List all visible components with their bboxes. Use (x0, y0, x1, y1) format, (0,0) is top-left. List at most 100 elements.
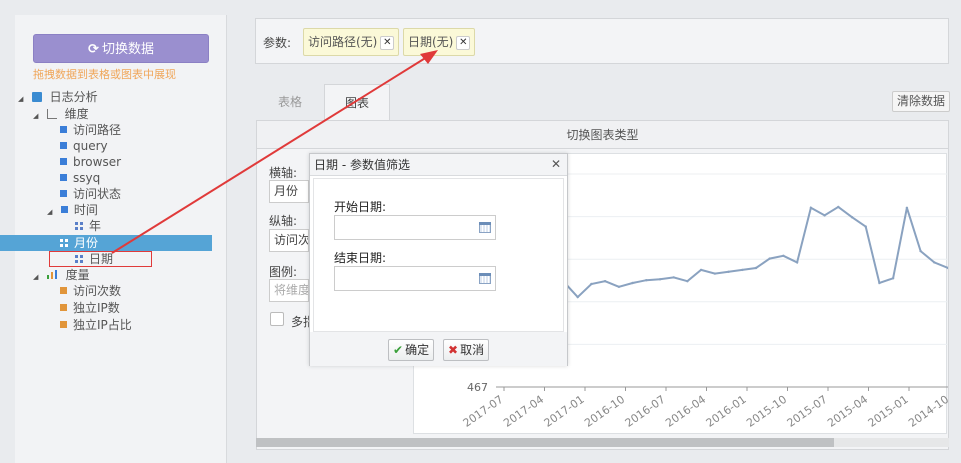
data-point (686, 280, 689, 283)
collapse-icon[interactable]: ◢ (18, 91, 28, 107)
tree-item-label: 访问状态 (73, 187, 122, 201)
confirm-label: 确定 (405, 343, 430, 357)
calendar-icon[interactable] (479, 273, 491, 284)
tree-item-label: 访问路径 (73, 123, 122, 137)
field-icon (60, 190, 67, 197)
tree-item-path[interactable]: 访问路径 (60, 122, 121, 138)
data-point (713, 272, 717, 275)
tree-item-label: 独立IP占比 (73, 318, 132, 332)
tab-chart[interactable]: 图表 (324, 84, 390, 121)
x-axis-label: 横轴: (269, 166, 298, 180)
close-icon[interactable]: ✕ (551, 157, 561, 171)
tree-item-year[interactable]: 年 (75, 218, 101, 234)
check-icon: ✔ (393, 343, 404, 357)
refresh-icon: ⟳ (88, 42, 99, 57)
legend-field[interactable]: 将维度 (269, 279, 309, 302)
level-icon (75, 222, 83, 230)
x-tick-label: 2015-04 (825, 393, 870, 430)
tree-dimension-label: 维度 (64, 107, 89, 121)
data-point (590, 282, 593, 286)
collapse-icon[interactable]: ◢ (33, 269, 43, 285)
data-point (823, 214, 826, 217)
tree-item-label: 独立IP数 (73, 301, 120, 315)
y-axis-min-label: 467 (467, 381, 488, 394)
tree-measure[interactable]: ◢ 度量 (33, 267, 90, 283)
x-tick-label: 2015-01 (866, 393, 911, 430)
tree-item-label: ssyq (73, 171, 101, 185)
param-chip-date[interactable]: 日期(无) ✕ (403, 28, 476, 56)
dialog-footer: ✔ 确定 ✖ 取消 (310, 332, 567, 366)
field-icon (60, 206, 68, 213)
data-point (864, 225, 867, 228)
data-point (933, 261, 936, 264)
tree-item-label: query (73, 139, 108, 153)
tree-item-label: 年 (89, 219, 102, 233)
tree-time-label: 时间 (73, 203, 98, 217)
y-axis-field[interactable]: 访问次 (269, 229, 309, 252)
tree-time[interactable]: ◢ 时间 (47, 202, 98, 218)
tree-item-unique-ip[interactable]: 独立IP数 (60, 300, 120, 316)
data-point (741, 268, 744, 272)
x-tick-label: 2016-01 (704, 393, 749, 430)
tree-item-visits[interactable]: 访问次数 (60, 283, 121, 299)
series-line (563, 205, 948, 299)
end-date-label: 结束日期: (334, 251, 387, 265)
collapse-icon[interactable]: ◢ (47, 204, 57, 220)
measure-icon (60, 321, 67, 328)
x-tick-label: 2015-07 (785, 393, 830, 430)
x-axis-field[interactable]: 月份 (269, 180, 309, 203)
param-chip-path[interactable]: 访问路径(无) ✕ (303, 28, 400, 56)
tree-item-browser[interactable]: browser (60, 154, 121, 170)
confirm-button[interactable]: ✔ 确定 (388, 339, 435, 361)
dimension-icon (46, 109, 57, 119)
tree-item-status[interactable]: 访问状态 (60, 186, 121, 202)
data-point (727, 270, 730, 273)
x-tick-label: 2015-10 (744, 393, 789, 430)
drag-hint: 拖拽数据到表格或图表中展现 (33, 68, 176, 81)
start-date-label: 开始日期: (334, 200, 387, 214)
dialog-body: 开始日期: 结束日期: (313, 178, 564, 332)
close-icon[interactable]: ✕ (456, 35, 471, 50)
calendar-icon[interactable] (479, 222, 491, 233)
dialog-header: 日期 - 参数值筛选 ✕ (310, 154, 567, 176)
tree-item-label: browser (73, 155, 122, 169)
tree-item-month[interactable]: 月份 (0, 235, 212, 251)
horizontal-scrollbar[interactable] (256, 438, 949, 447)
field-icon (60, 142, 67, 149)
x-tick-label: 2014-10 (906, 393, 948, 430)
tree-dimension[interactable]: ◢ 维度 (33, 106, 89, 122)
data-point (795, 261, 799, 264)
data-point (809, 206, 813, 209)
switch-data-button[interactable]: ⟳ 切换数据 (33, 34, 209, 63)
chip-label: 日期(无) (408, 35, 454, 49)
cross-icon: ✖ (448, 343, 459, 357)
data-point (645, 279, 648, 282)
field-icon (60, 126, 67, 133)
switch-chart-type-bar[interactable]: 切换图表类型 (257, 121, 948, 149)
data-point (603, 280, 607, 283)
multi-metric-label: 多指 (291, 315, 309, 329)
data-point (782, 254, 785, 257)
data-point (631, 281, 634, 285)
close-icon[interactable]: ✕ (380, 35, 395, 50)
data-point (905, 206, 909, 209)
cancel-button[interactable]: ✖ 取消 (443, 339, 490, 361)
field-icon (60, 158, 67, 165)
tab-table[interactable]: 表格 (256, 84, 324, 120)
scrollbar-thumb[interactable] (256, 438, 834, 447)
date-highlight-box (49, 251, 152, 267)
measure-icon (60, 304, 67, 311)
end-date-input[interactable] (334, 266, 496, 291)
cancel-label: 取消 (460, 343, 485, 357)
collapse-icon[interactable]: ◢ (33, 108, 43, 124)
tree-item-query[interactable]: query (60, 138, 108, 154)
tree-root[interactable]: ◢ 日志分析 (18, 89, 98, 105)
multi-metric-checkbox[interactable] (270, 312, 284, 326)
clear-data-button[interactable]: 清除数据 (892, 91, 950, 112)
date-filter-dialog: 日期 - 参数值筛选 ✕ 开始日期: 结束日期: ✔ 确定 ✖ 取消 (309, 153, 568, 366)
tree-item-ssyq[interactable]: ssyq (60, 170, 100, 186)
data-point (768, 257, 771, 260)
tree-item-ip-ratio[interactable]: 独立IP占比 (60, 317, 132, 333)
data-point (699, 268, 703, 272)
start-date-input[interactable] (334, 215, 496, 240)
